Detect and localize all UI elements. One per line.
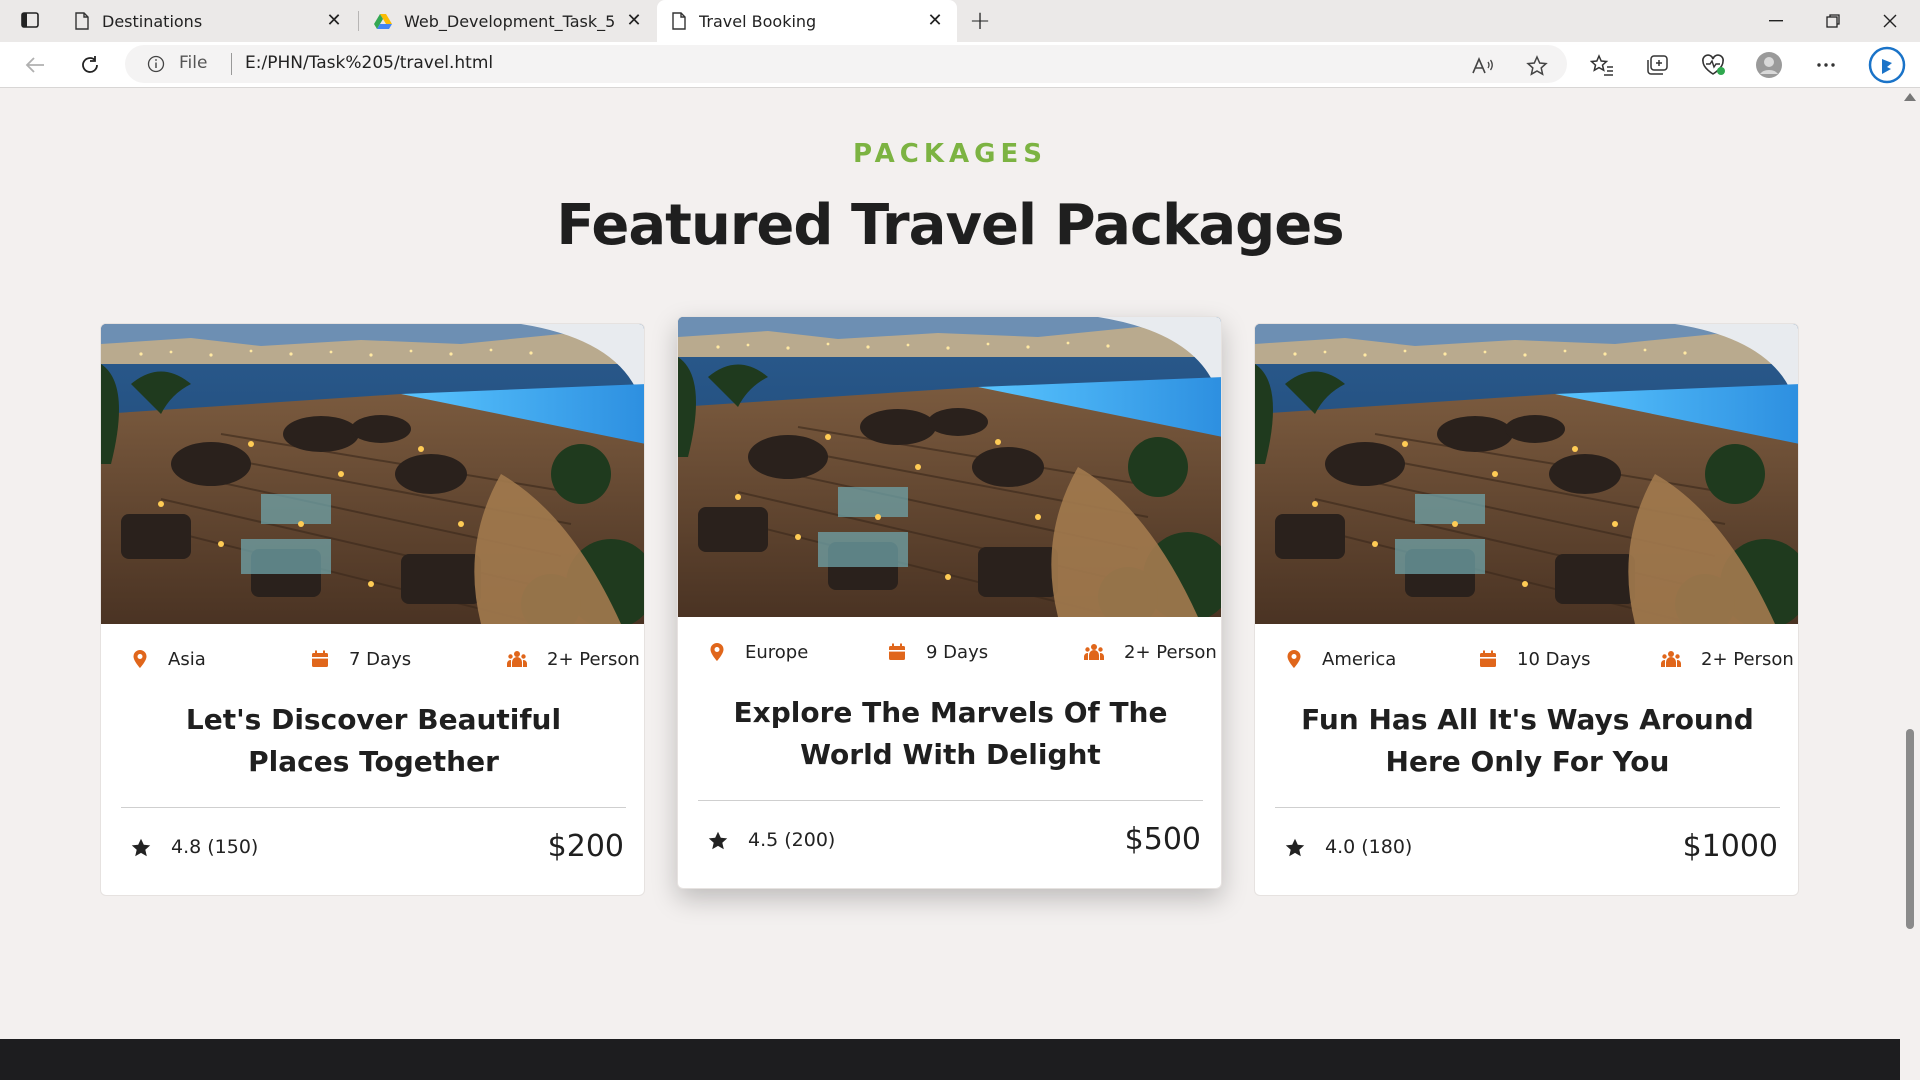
refresh-button[interactable] (75, 50, 105, 80)
rating: 4.0 (180) (1285, 832, 1412, 862)
url-text[interactable]: E:/PHN/Task%205/travel.html (245, 53, 493, 73)
location: Asia (132, 644, 206, 674)
package-title[interactable]: Explore The Marvels Of The World With De… (718, 692, 1183, 776)
star-icon (708, 831, 738, 850)
page-icon (74, 12, 90, 30)
favorite-star-icon[interactable] (1525, 54, 1549, 78)
footer (0, 1039, 1900, 1080)
location: Europe (709, 637, 808, 667)
profile-avatar[interactable] (1755, 51, 1783, 79)
tab-travel-booking[interactable]: Travel Booking ✕ (657, 0, 957, 42)
address-bar[interactable]: File E:/PHN/Task%205/travel.html (125, 45, 1567, 83)
location-label: Europe (745, 641, 809, 663)
browser-essentials-icon[interactable] (1699, 51, 1727, 79)
package-meta: Asia 7 Days 2+ Person (101, 644, 644, 674)
google-drive-icon (374, 13, 392, 29)
persons: 2+ Person (1084, 637, 1217, 667)
price: $1000 (1682, 829, 1778, 864)
persons: 2+ Person (507, 644, 640, 674)
duration-label: 10 Days (1517, 648, 1591, 670)
read-aloud-icon[interactable] (1471, 54, 1495, 78)
star-icon (1285, 838, 1315, 857)
persons-label: 2+ Person (1124, 641, 1217, 663)
package-card[interactable]: Europe 9 Days 2+ Person Explore The Marv… (677, 316, 1222, 889)
favorites-icon[interactable] (1588, 51, 1616, 79)
address-divider (231, 53, 232, 75)
map-pin-icon (1286, 649, 1312, 669)
duration-label: 7 Days (349, 648, 412, 670)
section-eyebrow: PACKAGES (853, 139, 1047, 169)
package-photo (1255, 324, 1798, 624)
tab-label: Travel Booking (699, 11, 817, 31)
scroll-thumb[interactable] (1906, 729, 1914, 929)
card-divider (698, 800, 1203, 801)
tab-web-development-pdf[interactable]: Web_Development_Task_5.pdf - ( ✕ (360, 0, 656, 42)
scroll-up-arrow-icon[interactable] (1904, 93, 1916, 101)
tab-actions-icon[interactable] (20, 10, 40, 30)
package-meta: Europe 9 Days 2+ Person (678, 637, 1221, 667)
more-options-icon[interactable] (1812, 51, 1840, 79)
browser-toolbar: File E:/PHN/Task%205/travel.html (0, 42, 1920, 88)
section-title: Featured Travel Packages (556, 193, 1344, 258)
location-label: America (1322, 648, 1397, 670)
rating: 4.8 (150) (131, 832, 258, 862)
collections-icon[interactable] (1643, 51, 1671, 79)
package-meta: America 10 Days 2+ Person (1255, 644, 1798, 674)
back-button[interactable] (20, 50, 50, 80)
page-icon (671, 12, 687, 30)
page-viewport: PACKAGES Featured Travel Packages Asia 7… (0, 89, 1900, 1080)
tab-label: Web_Development_Task_5.pdf - ( (404, 11, 614, 31)
rating-label: 4.8 (150) (171, 836, 259, 858)
duration: 9 Days (888, 637, 988, 667)
card-divider (121, 807, 626, 808)
package-card[interactable]: America 10 Days 2+ Person Fun Has All It… (1254, 323, 1799, 896)
page-scrollbar[interactable] (1900, 89, 1920, 1080)
new-tab-button[interactable]: + (965, 6, 995, 36)
tab-label: Destinations (102, 11, 203, 31)
map-pin-icon (132, 649, 158, 669)
site-scheme-label: File (179, 53, 208, 73)
package-photo (678, 317, 1221, 617)
close-icon[interactable]: ✕ (925, 10, 945, 31)
rating-label: 4.0 (180) (1325, 836, 1413, 858)
duration: 10 Days (1479, 644, 1591, 674)
browser-tab-bar: Destinations ✕ Web_Development_Task_5.pd… (0, 0, 1920, 42)
tab-destinations[interactable]: Destinations ✕ (60, 0, 356, 42)
info-icon[interactable] (147, 55, 165, 77)
restore-button[interactable] (1805, 0, 1861, 42)
location: America (1286, 644, 1396, 674)
calendar-icon (311, 650, 339, 668)
package-title[interactable]: Let's Discover Beautiful Places Together (141, 699, 606, 783)
persons-label: 2+ Person (1701, 648, 1794, 670)
bing-copilot-icon[interactable] (1868, 46, 1906, 84)
close-window-button[interactable] (1862, 0, 1918, 42)
card-divider (1275, 807, 1780, 808)
minimize-button[interactable] (1748, 0, 1804, 42)
close-icon[interactable]: ✕ (624, 10, 644, 31)
group-icon (507, 650, 537, 668)
rating-label: 4.5 (200) (748, 829, 836, 851)
price: $500 (1124, 822, 1201, 857)
persons: 2+ Person (1661, 644, 1794, 674)
calendar-icon (1479, 650, 1507, 668)
rating: 4.5 (200) (708, 825, 835, 855)
package-card[interactable]: Asia 7 Days 2+ Person Let's Discover Bea… (100, 323, 645, 896)
group-icon (1084, 643, 1114, 661)
duration-label: 9 Days (926, 641, 989, 663)
package-title[interactable]: Fun Has All It's Ways Around Here Only F… (1295, 699, 1760, 783)
tab-divider (358, 11, 359, 31)
persons-label: 2+ Person (547, 648, 640, 670)
close-icon[interactable]: ✕ (324, 10, 344, 31)
duration: 7 Days (311, 644, 411, 674)
location-label: Asia (168, 648, 206, 670)
price: $200 (547, 829, 624, 864)
calendar-icon (888, 643, 916, 661)
package-photo (101, 324, 644, 624)
map-pin-icon (709, 642, 735, 662)
group-icon (1661, 650, 1691, 668)
star-icon (131, 838, 161, 857)
